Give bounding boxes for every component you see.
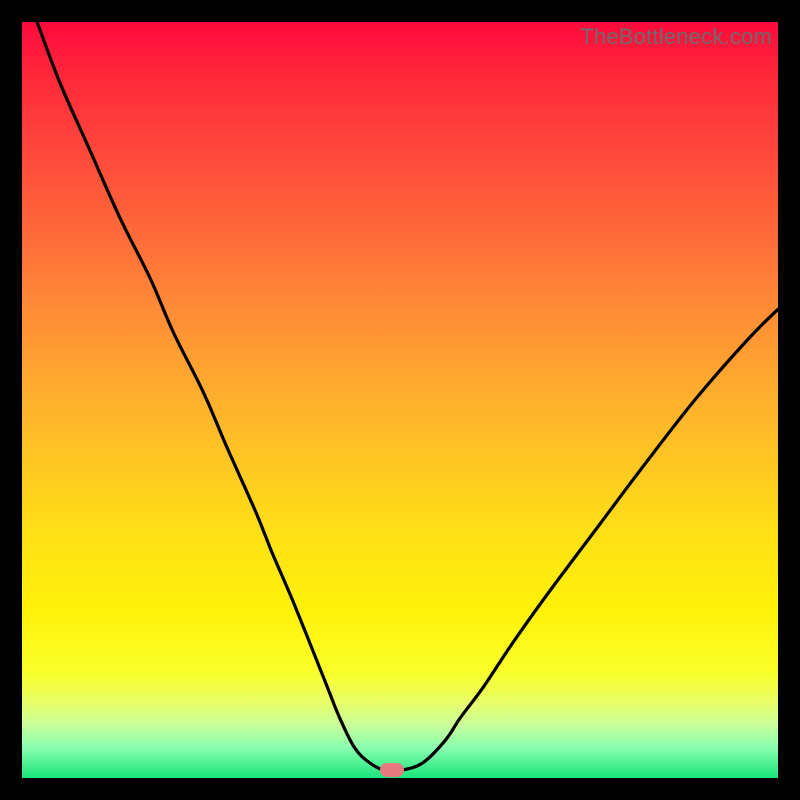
curve-path bbox=[37, 22, 778, 771]
chart-frame: TheBottleneck.com bbox=[0, 0, 800, 800]
plot-area: TheBottleneck.com bbox=[22, 22, 778, 778]
bottleneck-curve bbox=[22, 22, 778, 778]
optimum-marker bbox=[380, 763, 404, 777]
